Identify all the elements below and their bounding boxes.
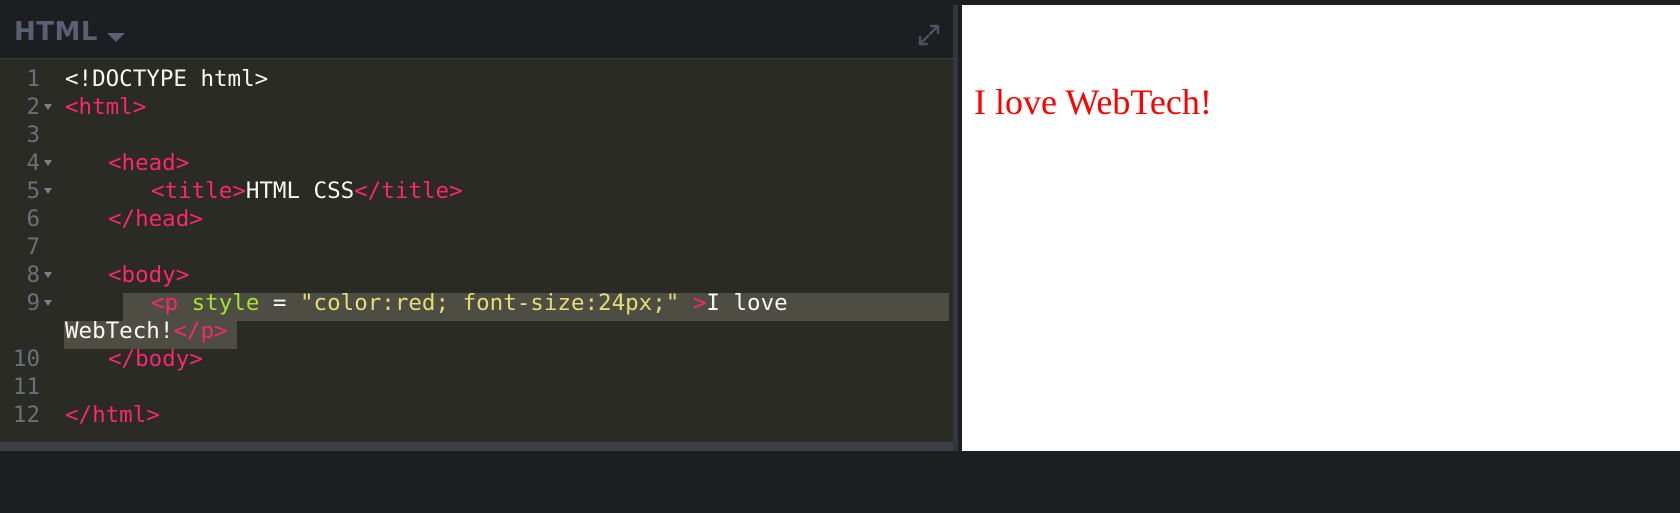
code-line[interactable]: 3 — [0, 121, 953, 149]
line-number: 12 — [12, 402, 40, 428]
line-number: 6 — [26, 206, 40, 232]
tag-token: <p — [151, 290, 179, 316]
text-token: WebTech! — [65, 318, 174, 344]
line-number: 1 — [26, 66, 40, 92]
fold-arrow-icon[interactable] — [44, 272, 52, 278]
text-token: HTML CSS — [245, 178, 355, 204]
fold-arrow-icon[interactable] — [44, 188, 52, 194]
code-line[interactable]: 7 — [0, 233, 953, 261]
code-line[interactable]: 1 <!DOCTYPE html> — [0, 65, 953, 93]
line-number: 9 — [26, 290, 40, 316]
code-editor[interactable]: 1 <!DOCTYPE html> 2 <html> 3 4 <head> 5 … — [0, 59, 953, 442]
fold-arrow-icon[interactable] — [44, 104, 52, 110]
caret-down-icon[interactable] — [107, 33, 125, 42]
code-line-wrapped[interactable]: WebTech!</p> — [0, 317, 953, 345]
line-number: 4 — [26, 150, 40, 176]
string-token: "color:red; font-size:24px;" — [300, 290, 680, 316]
preview-panel: I love WebTech! — [962, 5, 1680, 451]
panel-resize-handle[interactable] — [953, 5, 958, 451]
operator-token: = — [259, 290, 301, 316]
horizontal-scrollbar[interactable] — [0, 442, 953, 451]
fold-arrow-icon[interactable] — [44, 160, 52, 166]
preview-paragraph: I love WebTech! — [974, 82, 1212, 122]
code-line[interactable]: 10 </body> — [0, 345, 953, 373]
line-number: 11 — [12, 374, 40, 400]
line-number: 2 — [26, 94, 40, 120]
code-line[interactable]: 2 <html> — [0, 93, 953, 121]
tag-token: </p> — [173, 318, 228, 344]
line-number: 10 — [12, 346, 40, 372]
code-line[interactable]: 5 <title>HTML CSS</title> — [0, 177, 953, 205]
fold-arrow-icon[interactable] — [44, 300, 52, 306]
html-editor-panel: HTML 1 <!DOCTYPE html> 2 <html> 3 4 <hea… — [0, 5, 958, 451]
tag-token: <html> — [65, 94, 147, 120]
editor-header: HTML — [0, 5, 958, 59]
code-line[interactable]: 4 <head> — [0, 149, 953, 177]
tag-token: <body> — [108, 262, 190, 288]
code-line[interactable]: 12 </html> — [0, 401, 953, 429]
tag-token: </head> — [108, 206, 203, 232]
line-number: 3 — [26, 122, 40, 148]
text-token: I love — [706, 290, 788, 316]
tag-token: </html> — [65, 402, 160, 428]
code-line[interactable]: 11 — [0, 373, 953, 401]
code-line[interactable]: 8 <body> — [0, 261, 953, 289]
code-line[interactable]: 6 </head> — [0, 205, 953, 233]
attribute-token: style — [178, 290, 260, 316]
code-line[interactable]: 9 <p style = "color:red; font-size:24px;… — [0, 289, 953, 317]
line-number: 5 — [26, 178, 40, 204]
tag-token: <title> — [151, 178, 246, 204]
expand-icon[interactable] — [917, 23, 941, 47]
language-selector[interactable]: HTML — [14, 17, 98, 47]
doctype-token: <!DOCTYPE html> — [65, 66, 269, 92]
tag-token: </body> — [108, 346, 203, 372]
tag-token: </title> — [354, 178, 463, 204]
line-number: 7 — [26, 234, 40, 260]
tag-token: > — [679, 290, 707, 316]
tag-token: <head> — [108, 150, 190, 176]
line-number: 8 — [26, 262, 40, 288]
